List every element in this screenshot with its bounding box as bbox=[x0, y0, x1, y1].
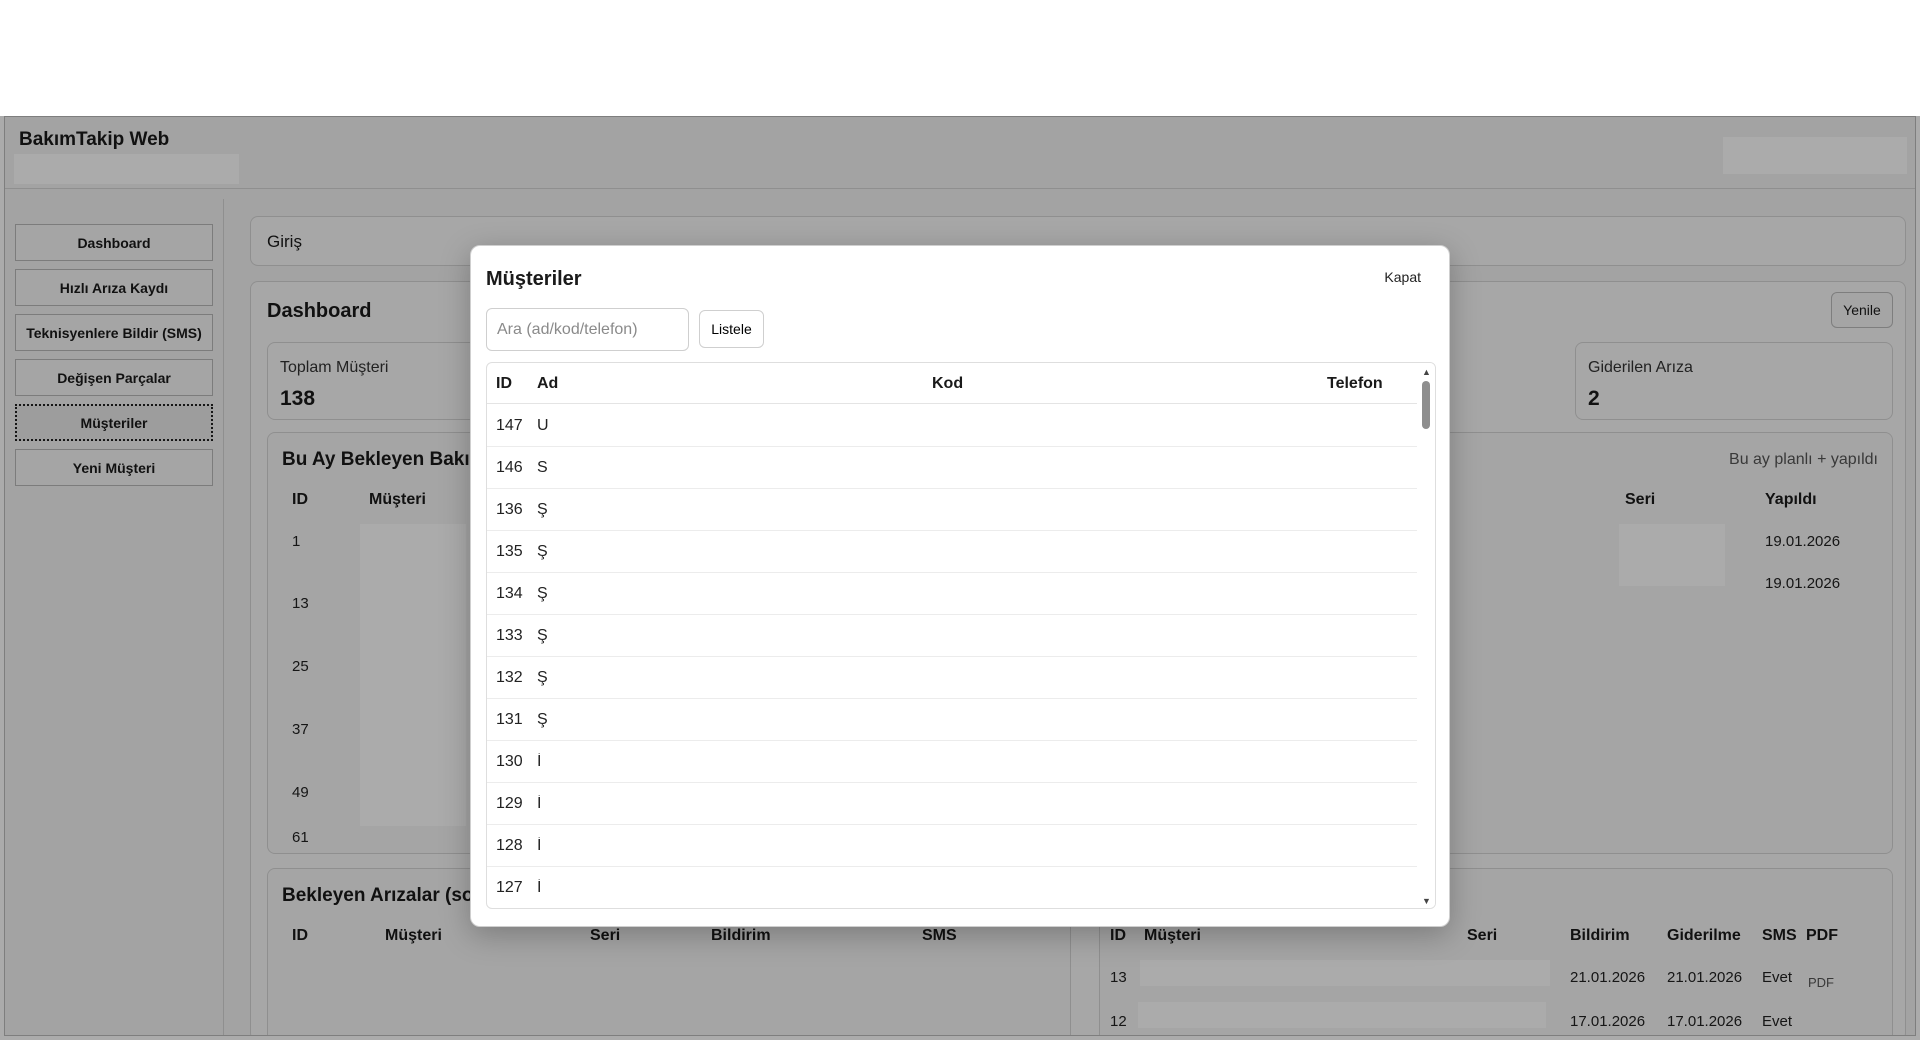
table-row[interactable]: 146 S bbox=[487, 447, 1417, 489]
customer-name: S bbox=[537, 459, 548, 476]
table-row[interactable]: 131 Ş bbox=[487, 699, 1417, 741]
customer-name: İ bbox=[537, 753, 542, 770]
table-row[interactable]: 135 Ş bbox=[487, 531, 1417, 573]
customer-id: 130 bbox=[496, 753, 523, 770]
modal-title: Müşteriler bbox=[486, 268, 582, 290]
customer-id: 129 bbox=[496, 795, 523, 812]
customer-name: İ bbox=[537, 795, 542, 812]
scroll-up-icon[interactable]: ▲ bbox=[1422, 367, 1431, 377]
customer-name: U bbox=[537, 417, 548, 434]
col-phone: Telefon bbox=[1327, 375, 1383, 392]
col-id: ID bbox=[496, 375, 512, 392]
table-row[interactable]: 130 İ bbox=[487, 741, 1417, 783]
customer-name: Ş bbox=[537, 585, 548, 602]
scroll-thumb[interactable] bbox=[1422, 381, 1430, 429]
table-row[interactable]: 147 U bbox=[487, 405, 1417, 447]
close-button[interactable]: Kapat bbox=[1384, 269, 1421, 285]
customer-name: İ bbox=[537, 879, 542, 896]
table-row[interactable]: 136 Ş bbox=[487, 489, 1417, 531]
customer-id: 146 bbox=[496, 459, 523, 476]
customer-id: 135 bbox=[496, 543, 523, 560]
customer-name: Ş bbox=[537, 711, 548, 728]
table-scrollbar[interactable]: ▲ ▼ bbox=[1417, 363, 1435, 908]
customer-id: 147 bbox=[496, 417, 523, 434]
customer-id: 134 bbox=[496, 585, 523, 602]
customer-name: Ş bbox=[537, 669, 548, 686]
search-input[interactable] bbox=[486, 308, 689, 351]
customer-id: 128 bbox=[496, 837, 523, 854]
customer-name: Ş bbox=[537, 501, 548, 518]
table-header: ID Ad Kod Telefon bbox=[487, 363, 1417, 404]
customer-id: 131 bbox=[496, 711, 523, 728]
customer-id: 132 bbox=[496, 669, 523, 686]
customers-modal: Müşteriler Kapat Listele ID Ad Kod Telef… bbox=[470, 245, 1450, 927]
customer-name: İ bbox=[537, 837, 542, 854]
customer-name: Ş bbox=[537, 627, 548, 644]
col-name: Ad bbox=[537, 375, 559, 392]
list-button[interactable]: Listele bbox=[699, 310, 764, 348]
customer-id: 127 bbox=[496, 879, 523, 896]
scroll-down-icon[interactable]: ▼ bbox=[1422, 896, 1431, 906]
table-row[interactable]: 133 Ş bbox=[487, 615, 1417, 657]
table-row[interactable]: 134 Ş bbox=[487, 573, 1417, 615]
customer-id: 133 bbox=[496, 627, 523, 644]
customer-id: 136 bbox=[496, 501, 523, 518]
table-row[interactable]: 128 İ bbox=[487, 825, 1417, 867]
table-row[interactable]: 132 Ş bbox=[487, 657, 1417, 699]
col-code: Kod bbox=[932, 375, 964, 392]
table-row[interactable]: 127 İ bbox=[487, 867, 1417, 908]
customer-name: Ş bbox=[537, 543, 548, 560]
customers-table: ID Ad Kod Telefon 147 U 146 S 136 Ş 135 Ş 134 Ş 13… bbox=[486, 362, 1436, 909]
table-row[interactable]: 129 İ bbox=[487, 783, 1417, 825]
